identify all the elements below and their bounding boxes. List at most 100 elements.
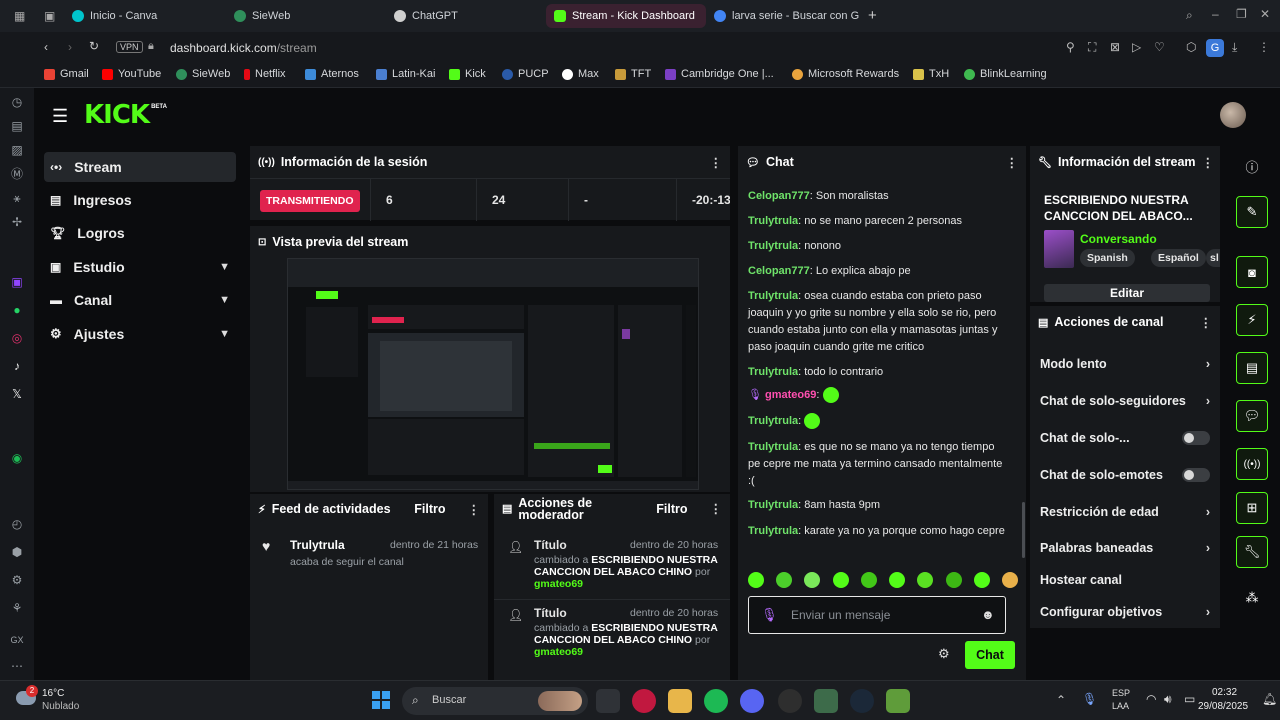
activity-filter-button[interactable]: Filtro <box>414 502 445 516</box>
toggle-switch[interactable] <box>1182 468 1210 482</box>
search-tabs-icon[interactable]: ⌕ <box>1186 8 1193 23</box>
wifi-icon[interactable]: ◠ <box>1146 692 1156 706</box>
browser-menu-icon[interactable]: ⋮ <box>1258 40 1270 54</box>
steam-icon[interactable] <box>850 689 874 713</box>
chat-username[interactable]: Trulytrula <box>748 441 798 453</box>
obs-icon[interactable] <box>778 689 802 713</box>
app-icon[interactable] <box>814 689 838 713</box>
chat-username[interactable]: Trulytrula <box>748 290 798 302</box>
forward-arrow-icon[interactable]: › <box>68 40 72 54</box>
instagram-icon[interactable]: ◎ <box>9 330 25 346</box>
chat-username[interactable]: Trulytrula <box>748 415 798 427</box>
tag-chip[interactable]: sl <box>1206 249 1220 267</box>
clock-time[interactable]: 02:32 <box>1212 687 1237 698</box>
spotify-icon[interactable]: ◉ <box>9 450 25 466</box>
chat-username[interactable]: Trulytrula <box>748 499 798 511</box>
chat-menu-icon[interactable]: ⋮ <box>1006 155 1019 170</box>
chat-username[interactable]: Celopan777 <box>748 190 810 202</box>
emote-icon[interactable] <box>832 572 849 588</box>
broadcast-icon[interactable]: ((•)) <box>1236 448 1268 480</box>
action-hostear-canal[interactable]: Hostear canal <box>1030 564 1220 596</box>
emote-icon[interactable] <box>776 572 793 588</box>
chat-username[interactable]: Celopan777 <box>748 265 810 277</box>
tray-chevron-icon[interactable]: ⌃ <box>1056 693 1066 707</box>
notification-bell-icon[interactable]: 🔔︎ <box>1262 692 1277 706</box>
bookmark-latin-kai[interactable]: Latin-Kai <box>376 68 435 80</box>
channel-actions-menu-icon[interactable]: ⋮ <box>1200 315 1213 330</box>
edit-pencil-icon[interactable]: ✎ <box>1236 196 1268 228</box>
vpn-badge[interactable]: VPN <box>116 41 143 53</box>
download-icon[interactable]: ⤓ <box>1232 40 1237 55</box>
stream-info-menu-icon[interactable]: ⋮ <box>1202 155 1215 170</box>
m-app-icon[interactable]: Ⓜ <box>9 166 25 182</box>
chat-username[interactable]: Trulytrula <box>748 366 798 378</box>
back-arrow-icon[interactable]: ‹ <box>44 40 48 54</box>
tab-chatgpt[interactable]: ChatGPT <box>386 4 546 28</box>
bookmark-txh[interactable]: TxH <box>913 68 949 80</box>
bookmark-sieweb[interactable]: SieWeb <box>176 68 230 80</box>
windows-start-icon[interactable] <box>372 691 390 709</box>
tab-canva[interactable]: Inicio - Canva <box>64 4 224 28</box>
sidebar-item-logros[interactable]: 🏆︎ Logros <box>44 218 236 248</box>
stripes-icon[interactable]: ▨ <box>9 142 25 158</box>
stream-preview-video[interactable] <box>287 258 699 490</box>
gx-pin-icon[interactable]: ⚘ <box>9 600 25 616</box>
more-icon[interactable]: ⋯ <box>9 658 25 674</box>
chat-settings-icon[interactable]: ⚙ <box>938 646 950 662</box>
notes-icon[interactable]: ▤ <box>9 118 25 134</box>
camera-icon[interactable]: ◙ <box>1236 256 1268 288</box>
layout-icon[interactable]: ⊞ <box>1236 492 1268 524</box>
tag-chip[interactable]: Español <box>1151 249 1206 267</box>
file-explorer-icon[interactable] <box>668 689 692 713</box>
chat-input-box[interactable]: 🎙︎ Enviar un mensaje ☻ <box>748 596 1006 634</box>
action-configurar-objetivos[interactable]: Configurar objetivos › <box>1030 596 1220 628</box>
emote-icon[interactable] <box>1001 572 1018 588</box>
tray-mic-icon[interactable]: 🎙︎ <box>1082 692 1097 706</box>
bookmark-youtube[interactable]: YouTube <box>102 68 161 80</box>
pin-icon[interactable]: ⚲ <box>1066 40 1075 54</box>
taskbar-search[interactable]: ⌕ Buscar <box>402 687 588 715</box>
chat-scrollbar[interactable] <box>1022 502 1025 558</box>
compass-icon[interactable]: ✢ <box>9 214 25 230</box>
chat-username[interactable]: Trulytrula <box>748 525 798 537</box>
emote-icon[interactable] <box>889 572 906 588</box>
history-icon[interactable]: ◷ <box>9 94 25 110</box>
chat-username[interactable]: gmateo69 <box>765 389 816 401</box>
clock-date[interactable]: 29/08/2025 <box>1198 701 1248 712</box>
restore-button[interactable]: ❐ <box>1236 7 1247 21</box>
info-icon[interactable]: ⓘ <box>1236 150 1268 182</box>
tab-sieweb[interactable]: SieWeb <box>226 4 386 28</box>
bookmark-netflix[interactable]: Netflix <box>244 68 286 80</box>
emote-icon[interactable] <box>804 572 821 588</box>
emote-icon[interactable] <box>973 572 990 588</box>
profile-avatar-icon[interactable]: G <box>1206 39 1224 57</box>
tag-chip[interactable]: Spanish <box>1080 249 1135 267</box>
minimize-button[interactable]: – <box>1212 7 1219 21</box>
tabs-menu-icon[interactable]: ▣ <box>44 9 55 23</box>
sidebar-item-estudio[interactable]: ▣ Estudio ▼ <box>44 252 236 282</box>
chat-username[interactable]: Trulytrula <box>748 240 798 252</box>
emote-icon[interactable] <box>860 572 877 588</box>
edit-stream-button[interactable]: Editar <box>1044 284 1210 302</box>
twitch-icon[interactable]: ▣ <box>9 274 25 290</box>
bookmark-microsoft-rewards[interactable]: Microsoft Rewards <box>792 68 899 80</box>
url-field[interactable]: dashboard.kick.com/stream <box>170 41 317 55</box>
emoji-picker-icon[interactable]: ☻ <box>981 607 995 622</box>
x-twitter-icon[interactable]: 𝕏 <box>9 386 25 402</box>
clock-icon[interactable]: ◴ <box>9 516 25 532</box>
bookmark-pucp[interactable]: PUCP <box>502 68 549 80</box>
mod-menu-icon[interactable]: ⋮ <box>710 503 723 516</box>
microphone-icon[interactable]: 🎙︎ <box>761 607 778 623</box>
category-thumbnail[interactable] <box>1044 230 1074 268</box>
desc-user[interactable]: gmateo69 <box>534 578 583 590</box>
volume-icon[interactable]: 🔊︎ <box>1164 692 1172 707</box>
play-icon[interactable]: ▷ <box>1132 40 1141 54</box>
session-menu-icon[interactable]: ⋮ <box>710 155 723 170</box>
hamburger-menu-icon[interactable]: ☰ <box>52 106 68 127</box>
mod-filter-button[interactable]: Filtro <box>656 503 687 516</box>
screenshot-icon[interactable]: ⛶ <box>1088 40 1096 55</box>
toggle-switch[interactable] <box>1182 431 1210 445</box>
whatsapp-icon[interactable]: ● <box>9 302 25 318</box>
sidebar-item-ingresos[interactable]: ▤ Ingresos <box>44 185 236 215</box>
chat-icon[interactable]: 💬︎ <box>1236 400 1268 432</box>
